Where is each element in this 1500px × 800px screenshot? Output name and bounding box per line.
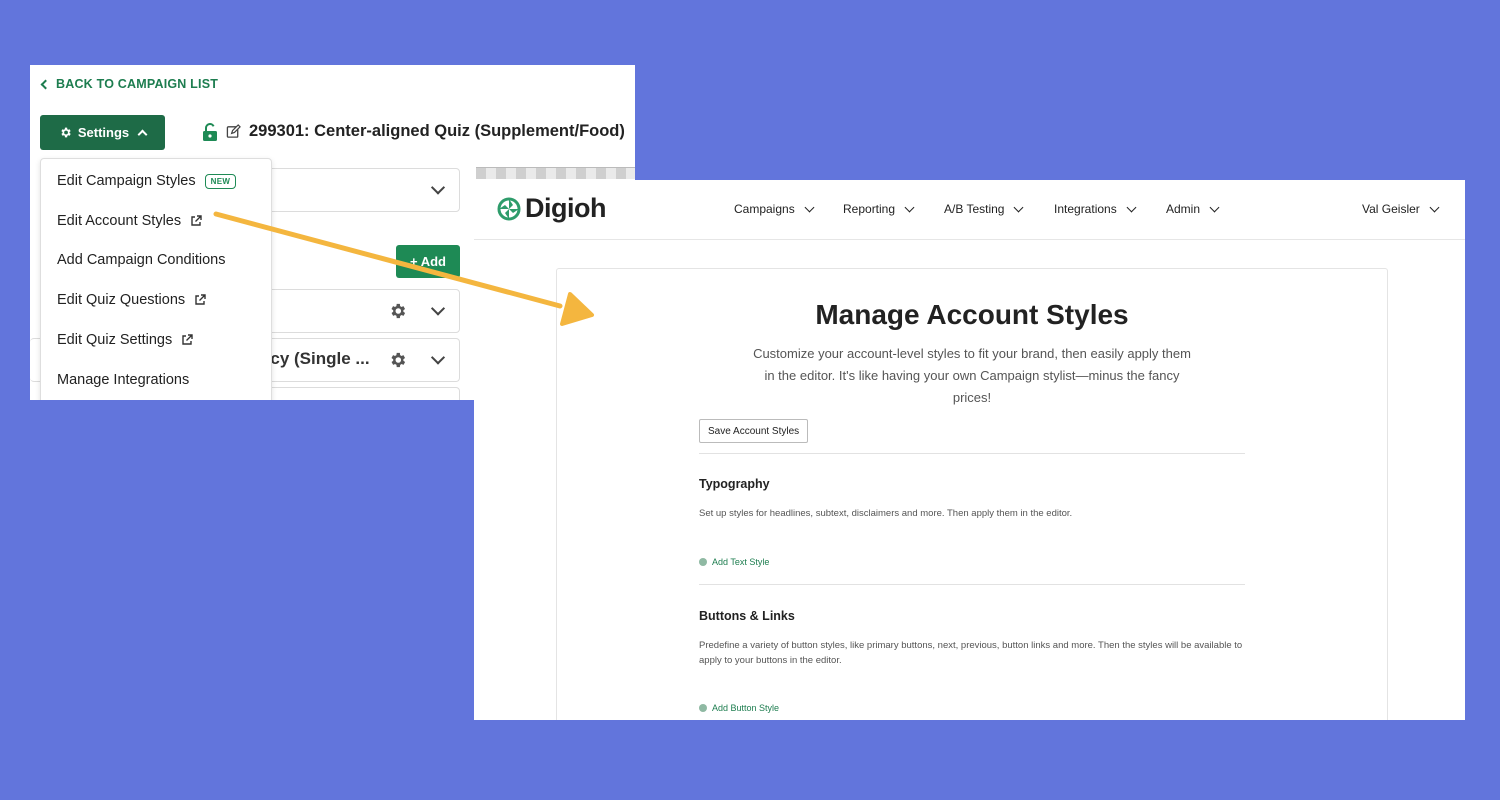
nav-label: Reporting [843, 202, 896, 216]
typography-section-title: Typography [699, 477, 770, 491]
add-link-label: Add Text Style [712, 557, 770, 567]
chevron-down-icon [1429, 202, 1440, 212]
chevron-down-icon [904, 202, 915, 212]
menu-item-manage-integrations[interactable]: Manage Integrations [57, 372, 189, 388]
chevron-down-icon[interactable] [430, 350, 446, 365]
menu-item-label: Edit Quiz Questions [57, 292, 186, 308]
gear-icon[interactable] [388, 302, 407, 321]
collapsed-panel-1[interactable] [250, 168, 460, 212]
chevron-down-icon [804, 202, 815, 212]
panel-title: ncy (Single ... [260, 349, 370, 368]
nav-ab-testing[interactable]: A/B Testing [944, 202, 1024, 216]
top-navigation-bar: Digioh Campaigns Reporting A/B Testing I… [474, 180, 1465, 240]
chevron-down-icon[interactable] [430, 301, 446, 316]
user-name: Val Geisler [1362, 202, 1420, 216]
buttons-links-section-description: Predefine a variety of button styles, li… [699, 640, 1243, 666]
settings-label: Settings [77, 125, 130, 140]
back-link-label: BACK TO CAMPAIGN LIST [56, 77, 219, 91]
campaign-title: 299301: Center-aligned Quiz (Supplement/… [249, 122, 625, 140]
campaign-title-row: 299301: Center-aligned Quiz (Supplement/… [202, 122, 625, 141]
external-link-icon [182, 334, 193, 345]
nav-admin[interactable]: Admin [1166, 202, 1220, 216]
nav-campaigns[interactable]: Campaigns [734, 202, 815, 216]
nav-label: Integrations [1054, 202, 1117, 216]
plus-circle-icon [699, 704, 707, 712]
menu-item-label: Add Campaign Conditions [57, 252, 226, 268]
nav-label: Admin [1166, 202, 1201, 216]
account-styles-panel: Digioh Campaigns Reporting A/B Testing I… [474, 180, 1465, 720]
menu-item-label: Edit Quiz Settings [57, 332, 173, 348]
external-link-icon [195, 294, 206, 305]
add-button-style-link[interactable]: Add Button Style [699, 703, 779, 713]
add-text-style-link[interactable]: Add Text Style [699, 557, 769, 567]
account-styles-card: Manage Account Styles Customize your acc… [556, 268, 1388, 720]
new-badge: NEW [204, 173, 237, 189]
chevron-down-icon [1014, 202, 1024, 212]
nav-label: A/B Testing [944, 202, 1005, 216]
nav-user-menu[interactable]: Val Geisler [1362, 202, 1440, 216]
plus-circle-icon [699, 558, 707, 566]
menu-item-label: Edit Campaign Styles [57, 173, 196, 189]
nav-reporting[interactable]: Reporting [843, 202, 915, 216]
menu-item-edit-campaign-styles[interactable]: Edit Campaign Styles NEW [57, 173, 237, 189]
menu-item-label: Manage Integrations [57, 372, 190, 388]
gear-icon [61, 127, 71, 138]
buttons-links-section-title: Buttons & Links [699, 609, 795, 623]
menu-item-edit-quiz-questions[interactable]: Edit Quiz Questions [57, 292, 206, 308]
save-account-styles-button[interactable]: Save Account Styles [699, 419, 809, 443]
page-title: Manage Account Styles [815, 299, 1129, 330]
collapsed-panel-2[interactable] [250, 289, 460, 333]
external-link-icon [191, 215, 202, 226]
menu-item-edit-quiz-settings[interactable]: Edit Quiz Settings [57, 332, 193, 348]
chevron-up-icon [137, 129, 148, 140]
logo-text: Digioh [525, 193, 606, 223]
typography-section-description: Set up styles for headlines, subtext, di… [699, 508, 1073, 519]
divider [699, 453, 1245, 454]
unlock-icon[interactable] [202, 122, 218, 141]
menu-item-add-campaign-conditions[interactable]: Add Campaign Conditions [57, 252, 225, 268]
settings-button[interactable]: Settings [40, 115, 165, 150]
collapsed-panel-4[interactable] [250, 387, 460, 400]
settings-dropdown-menu: Edit Campaign Styles NEW Edit Account St… [40, 158, 272, 400]
preview-thumbnail-strip [476, 167, 635, 179]
edit-pencil-icon[interactable] [226, 124, 241, 139]
gear-icon[interactable] [388, 351, 407, 370]
chevron-down-icon[interactable] [430, 180, 446, 195]
digioh-logo-mark-icon [497, 197, 521, 220]
page-description: Customize your account-level styles to f… [753, 346, 1191, 405]
digioh-logo[interactable]: Digioh [496, 193, 606, 224]
menu-item-label: Edit Account Styles [57, 213, 182, 229]
nav-label: Campaigns [734, 202, 795, 216]
chevron-left-icon [40, 79, 51, 89]
menu-item-edit-account-styles[interactable]: Edit Account Styles [57, 213, 202, 229]
add-link-label: Add Button Style [712, 703, 780, 713]
chevron-down-icon [1126, 202, 1137, 212]
nav-integrations[interactable]: Integrations [1054, 202, 1137, 216]
divider [699, 584, 1245, 585]
back-to-campaign-list-link[interactable]: BACK TO CAMPAIGN LIST [40, 77, 219, 91]
chevron-down-icon [1209, 202, 1220, 212]
add-button[interactable]: + Add [396, 245, 460, 278]
